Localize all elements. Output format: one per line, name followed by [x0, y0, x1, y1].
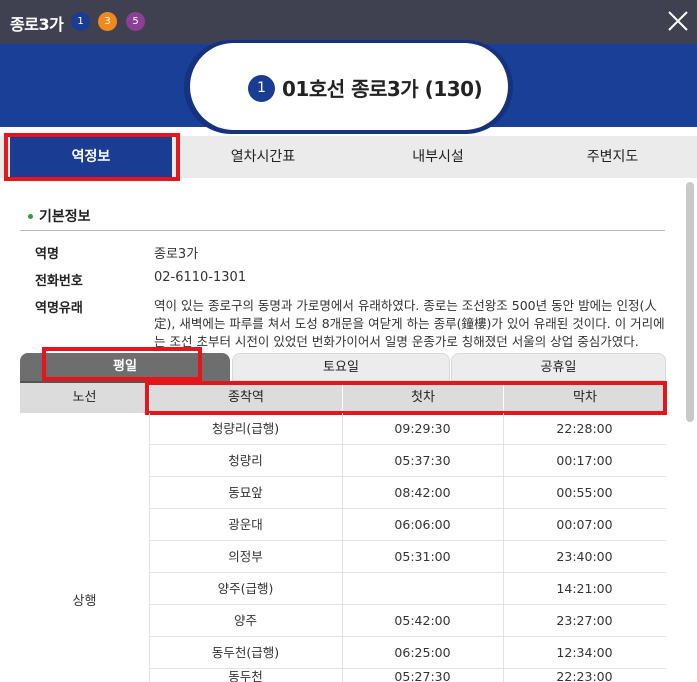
table-row: 동묘앞 08:42:00 00:55:00 [149, 477, 666, 509]
cell-first: 09:29:30 [394, 421, 451, 436]
cell-last: 00:17:00 [556, 453, 613, 468]
tab-facilities[interactable]: 내부시설 [353, 136, 523, 178]
highlight-box-tab [4, 133, 180, 181]
cell-first: 05:42:00 [394, 613, 451, 628]
tab-holiday[interactable]: 공휴일 [451, 353, 666, 381]
info-label-origin: 역명유래 [35, 301, 83, 316]
cell-terminal: 의정부 [228, 549, 263, 564]
table-row: 의정부 05:31:00 23:40:00 [149, 541, 666, 573]
close-icon[interactable] [667, 10, 689, 32]
cell-first [342, 573, 503, 605]
cell-last: 14:21:00 [556, 581, 613, 596]
scrollbar[interactable] [686, 182, 694, 422]
table-row: 양주(급행) 14:21:00 [149, 573, 666, 605]
cell-terminal: 청량리(급행) [211, 421, 280, 436]
cell-terminal: 광운대 [228, 517, 263, 532]
tab-timetable[interactable]: 열차시간표 [180, 136, 346, 178]
line-1-badge: 1 [71, 12, 90, 31]
cell-last: 00:55:00 [556, 485, 613, 500]
cell-terminal: 동두천 [228, 669, 263, 682]
table-row: 청량리 05:37:30 00:17:00 [149, 445, 666, 477]
highlight-box-headers [145, 381, 667, 415]
cell-terminal: 양주(급행) [217, 581, 274, 596]
window-title: 종로3가 [10, 15, 64, 34]
table-row: 청량리(급행) 09:29:30 22:28:00 [149, 413, 666, 445]
table-row: 양주 05:42:00 23:27:00 [149, 605, 666, 637]
cell-last: 22:28:00 [556, 421, 613, 436]
cell-last: 23:40:00 [556, 549, 613, 564]
cell-terminal: 양주 [233, 613, 257, 628]
highlight-box-weekday [42, 347, 202, 381]
cell-terminal: 동묘앞 [228, 485, 263, 500]
cell-first: 05:27:30 [394, 669, 451, 682]
tab-nearby-map[interactable]: 주변지도 [528, 136, 697, 178]
station-name: 01호선 종로3가 (130) [282, 77, 483, 101]
table-row: 광운대 06:06:00 00:07:00 [149, 509, 666, 541]
station-pill: 1 01호선 종로3가 (130) [190, 43, 508, 130]
cell-first: 08:42:00 [394, 485, 451, 500]
line-3-badge: 3 [98, 12, 117, 31]
cell-terminal: 청량리 [228, 453, 263, 468]
info-value-origin: 역이 있는 종로구의 동명과 가로명에서 유래하였다. 종로는 조선왕조 500… [154, 298, 665, 349]
cell-last: 00:07:00 [556, 517, 613, 532]
cell-first: 05:37:30 [394, 453, 451, 468]
direction-label: 상행 [72, 594, 97, 609]
info-value-name: 종로3가 [154, 247, 199, 262]
info-value-phone: 02-6110-1301 [154, 270, 247, 285]
cell-first: 05:31:00 [394, 549, 451, 564]
table-row: 동두천 05:27:30 22:23:00 [149, 661, 666, 682]
cell-last: 23:27:00 [556, 613, 613, 628]
cell-first: 06:06:00 [394, 517, 451, 532]
tab-saturday[interactable]: 토요일 [232, 353, 450, 381]
section-bullet [28, 214, 33, 219]
header-line: 노선 [20, 383, 149, 413]
title-bar: 종로3가 1 3 5 [0, 0, 697, 44]
line-number-badge: 1 [248, 75, 275, 102]
info-label-phone: 전화번호 [35, 274, 83, 289]
section-title: 기본정보 [39, 209, 91, 225]
line-5-badge: 5 [126, 12, 145, 31]
info-label-name: 역명 [35, 247, 59, 262]
section-divider [20, 230, 665, 231]
cell-last: 22:23:00 [556, 669, 613, 682]
